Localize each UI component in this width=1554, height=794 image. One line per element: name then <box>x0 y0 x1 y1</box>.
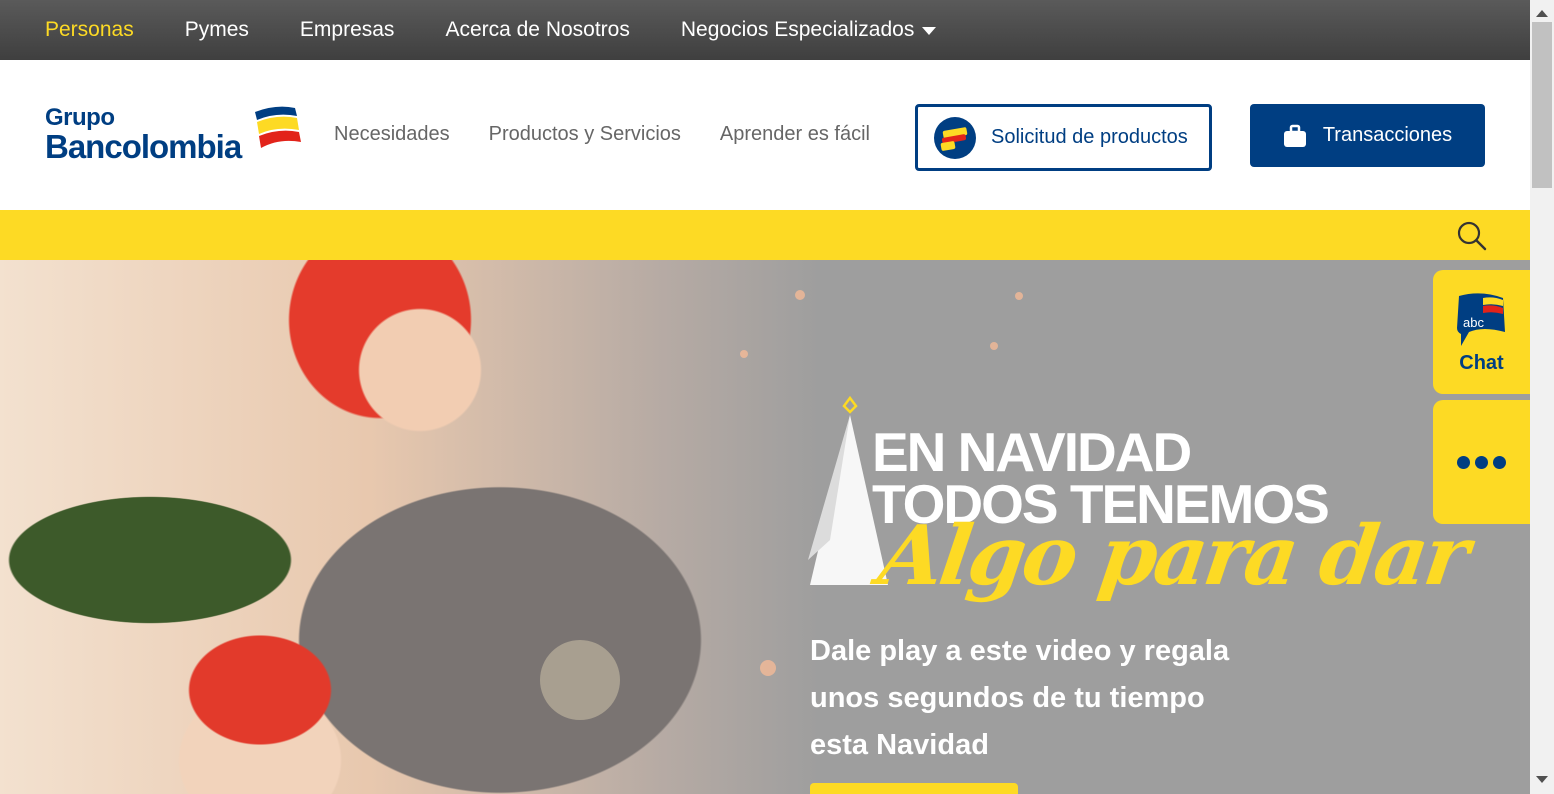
site-header: Grupo Bancolombia Necesidades Productos … <box>0 60 1530 210</box>
topnav-personas[interactable]: Personas <box>45 18 134 42</box>
hero-title-script: Algo para dar <box>873 508 1473 604</box>
chat-label: Chat <box>1459 352 1504 374</box>
transacciones-label: Transacciones <box>1322 124 1453 146</box>
search-icon[interactable] <box>1456 220 1488 252</box>
transacciones-button[interactable]: Transacciones <box>1250 104 1485 167</box>
hero-banner[interactable]: En Navidad Todos tenemos Algo para dar D… <box>0 260 1530 794</box>
hero-photo-mother-child <box>0 260 820 794</box>
nav-necesidades[interactable]: Necesidades <box>334 123 450 146</box>
top-navigation-bar: Personas Pymes Empresas Acerca de Nosotr… <box>0 0 1530 60</box>
logo-stripes-icon <box>255 106 301 148</box>
sparkle <box>990 342 998 350</box>
topnav-pymes[interactable]: Pymes <box>185 18 249 42</box>
logo-line-2: Bancolombia <box>45 128 242 165</box>
solicitud-productos-button[interactable]: Solicitud de productos <box>915 104 1212 171</box>
chat-icon-text: abc <box>1463 315 1484 330</box>
solicitud-icon <box>934 116 976 159</box>
more-dots-icon <box>1475 455 1488 469</box>
sparkle <box>795 290 805 300</box>
scroll-down-arrow-icon[interactable] <box>1536 776 1548 783</box>
hero-subtitle: Dale play a este video y regala unos seg… <box>810 635 1230 761</box>
main-navigation: Necesidades Productos y Servicios Aprend… <box>334 123 909 146</box>
more-dots-icon <box>1457 455 1470 469</box>
hero-title: En Navidad Todos tenemos Algo para dar <box>800 390 1480 630</box>
bancolombia-logo[interactable]: Grupo Bancolombia <box>45 104 305 170</box>
chat-button[interactable]: abc Chat <box>1433 270 1530 394</box>
topnav-acerca[interactable]: Acerca de Nosotros <box>445 18 629 42</box>
briefcase-icon <box>1283 124 1306 147</box>
search-bar-strip <box>0 210 1530 260</box>
nav-aprender[interactable]: Aprender es fácil <box>720 123 870 146</box>
topnav-negocios-label: Negocios Especializados <box>680 18 915 41</box>
chat-bubble-icon: abc <box>1457 293 1505 346</box>
sparkle <box>740 350 748 358</box>
more-options-button[interactable] <box>1433 400 1530 524</box>
nav-productos-servicios[interactable]: Productos y Servicios <box>489 123 681 146</box>
sparkle <box>1015 292 1023 300</box>
hero-cta-button[interactable] <box>810 783 1018 794</box>
page-scrollbar[interactable] <box>1530 0 1554 794</box>
scroll-thumb[interactable] <box>1532 22 1552 188</box>
more-dots-icon <box>1493 455 1506 469</box>
bokeh-light <box>540 640 620 720</box>
topnav-negocios-especializados[interactable]: Negocios Especializados <box>680 18 937 42</box>
topnav-empresas[interactable]: Empresas <box>300 18 395 42</box>
chevron-down-icon <box>922 27 937 35</box>
scroll-up-arrow-icon[interactable] <box>1536 10 1548 17</box>
solicitud-label: Solicitud de productos <box>991 126 1188 148</box>
sparkle <box>760 660 776 676</box>
